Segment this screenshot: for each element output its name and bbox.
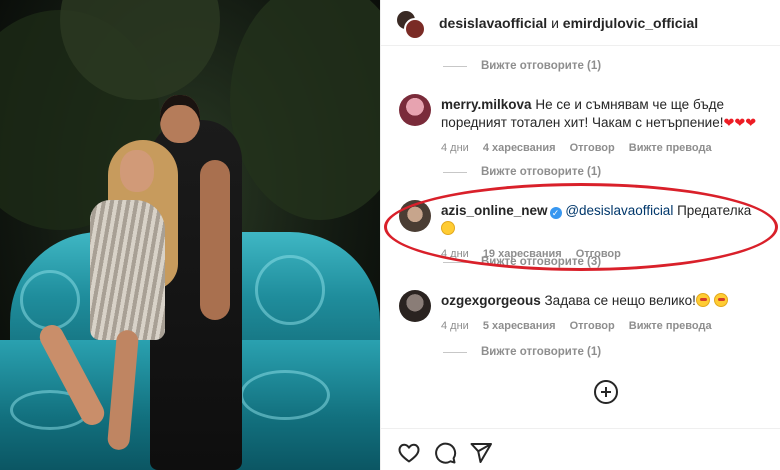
divider [443, 65, 467, 67]
avatar[interactable] [399, 290, 431, 322]
avatar[interactable] [399, 94, 431, 126]
heart-icon[interactable] [397, 441, 421, 465]
post-photo [0, 0, 380, 470]
authors-joiner: и [551, 15, 559, 31]
view-replies-button[interactable]: Вижте отговорите (1) [443, 346, 601, 358]
verified-badge-icon: ✓ [549, 207, 562, 219]
view-replies-label: Вижте отговорите (1) [481, 166, 602, 178]
comment-username[interactable]: merry.milkova [441, 97, 532, 112]
smile-emoji [441, 221, 455, 235]
comment-text: Предателка [677, 203, 752, 218]
comment-time[interactable]: 4 дни [441, 317, 469, 335]
heart-emoji: ❤ [745, 115, 757, 130]
comment-likes[interactable]: 4 харесвания [483, 139, 556, 157]
heart-emoji: ❤ [723, 115, 735, 130]
avatar[interactable] [399, 200, 431, 232]
avatar [404, 18, 426, 40]
reply-button[interactable]: Отговор [570, 317, 615, 335]
heart-emoji: ❤ [734, 115, 746, 130]
translate-button[interactable]: Вижте превода [629, 317, 712, 335]
comment-mention[interactable]: @desislavaofficial [565, 203, 673, 218]
comment-time[interactable]: 4 дни [441, 139, 469, 157]
view-replies-button[interactable]: Вижте отговорите (1) [443, 60, 601, 72]
divider [443, 261, 467, 263]
comment-icon[interactable] [433, 441, 457, 465]
divider [443, 171, 467, 173]
view-replies-label: Вижте отговорите (1) [481, 346, 602, 358]
comment-likes[interactable]: 5 харесвания [483, 317, 556, 335]
post-authors: desislavaofficial и emirdjulovic_officia… [439, 15, 698, 31]
view-replies-label: Вижте отговорите (1) [481, 60, 602, 72]
view-replies-button[interactable]: Вижте отговорите (3) [443, 256, 601, 268]
comment-username[interactable]: ozgexgorgeous [441, 293, 541, 308]
reply-button[interactable]: Отговор [570, 139, 615, 157]
comment-username[interactable]: azis_online_new [441, 203, 548, 218]
star-struck-emoji [695, 293, 710, 307]
translate-button[interactable]: Вижте превода [629, 139, 712, 157]
view-replies-button[interactable]: Вижте отговорите (1) [443, 166, 601, 178]
send-icon[interactable] [469, 441, 493, 465]
post-actions-bar [381, 428, 780, 470]
comment-text: Задава се нещо велико! [544, 293, 696, 308]
author-username[interactable]: emirdjulovic_official [563, 15, 698, 31]
comments-panel: desislavaofficial и emirdjulovic_officia… [380, 0, 780, 470]
view-replies-label: Вижте отговорите (3) [481, 256, 602, 268]
plus-circle-icon[interactable] [594, 380, 618, 404]
author-avatars[interactable] [395, 9, 427, 41]
divider [443, 351, 467, 353]
author-username[interactable]: desislavaofficial [439, 15, 547, 31]
post-header: desislavaofficial и emirdjulovic_officia… [381, 0, 780, 46]
star-struck-emoji [713, 293, 728, 307]
